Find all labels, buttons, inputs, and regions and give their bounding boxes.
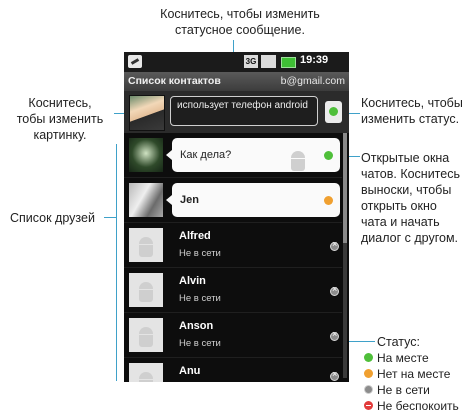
android-watermark-icon <box>290 149 306 171</box>
callout-picture: Коснитесь, тобы изменить картинку. <box>4 95 116 143</box>
friends-list-bracket <box>116 144 117 381</box>
callout-status-change: Коснитесь, чтобы изменить статус. <box>361 95 476 127</box>
callout-status-message: Коснитесь, чтобы изменить статусное сооб… <box>120 6 360 38</box>
legend-available: На месте <box>377 351 429 365</box>
android-placeholder-icon <box>138 325 154 347</box>
legend-offline: Не в сети <box>377 383 430 397</box>
my-status-row: использует телефон android <box>124 91 349 133</box>
chat-message: Как дела? <box>180 149 232 161</box>
contact-avatar <box>129 138 163 172</box>
contact-presence: Не в сети <box>179 293 221 304</box>
callout-status-change-line1: Коснитесь, чтобы <box>361 96 463 110</box>
offline-status-icon <box>330 369 339 381</box>
callout-status-message-line2: статусное сообщение. <box>175 23 305 37</box>
callout-chats-leader <box>349 156 360 157</box>
callout-status-message-line1: Коснитесь, чтобы изменить <box>160 7 320 21</box>
callout-chats: Открытые окна чатов. Коснитесь выноски, … <box>361 150 476 246</box>
my-avatar[interactable] <box>129 95 165 131</box>
legend-leader <box>349 341 375 342</box>
legend-offline-icon <box>364 385 373 394</box>
contact-presence: Не в сети <box>179 338 221 349</box>
contact-name: Anson <box>179 320 214 332</box>
away-status-icon <box>324 196 333 205</box>
callout-chats-line4: открыть окно <box>361 199 437 213</box>
contact-row[interactable]: Alfred Не в сети <box>124 223 342 268</box>
callout-picture-line2: тобы изменить <box>16 112 104 126</box>
legend-dnd: Не беспокоить <box>377 399 459 413</box>
callout-chats-line1: Открытые окна <box>361 151 450 165</box>
title-bar: Список контактов b@gmail.com <box>124 72 349 91</box>
scrollbar-thumb[interactable] <box>343 133 347 243</box>
contact-row[interactable]: Anu <box>124 358 342 382</box>
network-3g-icon: 3G <box>244 55 258 68</box>
contact-name: Anu <box>179 365 201 377</box>
phone-screen: 3G 19:39 Список контактов b@gmail.com ис… <box>124 52 349 382</box>
signal-icon <box>261 55 276 68</box>
contact-row[interactable]: Alvin Не в сети <box>124 268 342 313</box>
offline-status-icon <box>330 284 339 296</box>
legend-title: Статус: <box>377 335 420 349</box>
chat-bubble[interactable]: Jen <box>166 183 340 217</box>
android-placeholder-icon <box>138 280 154 302</box>
contact-presence: Не в сети <box>179 248 221 259</box>
callout-friends-list: Список друзей <box>10 211 95 225</box>
callout-chats-line2: чатов. Коснитесь <box>361 167 460 181</box>
contact-row[interactable]: Как дела? <box>124 133 342 178</box>
contact-avatar <box>129 183 163 217</box>
contact-row[interactable]: Anson Не в сети <box>124 313 342 358</box>
contact-name: Alfred <box>179 230 211 242</box>
notification-icon <box>128 55 142 68</box>
contact-row[interactable]: Jen <box>124 178 342 223</box>
legend-available-icon <box>364 353 373 362</box>
legend-dnd-icon <box>364 401 373 410</box>
callout-chats-line5: чата и начать <box>361 215 440 229</box>
callout-friends-leader <box>104 217 116 218</box>
account-label: b@gmail.com <box>280 75 345 87</box>
status-selector-button[interactable] <box>325 101 342 123</box>
status-bar: 3G 19:39 <box>124 52 349 72</box>
offline-status-icon <box>330 329 339 341</box>
callout-picture-line1: Коснитесь, <box>28 96 92 110</box>
contact-avatar <box>129 273 163 307</box>
contact-avatar <box>129 318 163 352</box>
available-status-icon <box>329 107 338 116</box>
callout-status-change-line2: изменить статус. <box>361 112 460 126</box>
contact-name: Jen <box>180 194 199 206</box>
android-placeholder-icon <box>138 235 154 257</box>
legend-away-icon <box>364 369 373 378</box>
callout-picture-line3: картинку. <box>33 128 87 142</box>
contact-name: Alvin <box>179 275 206 287</box>
screen-title: Список контактов <box>128 75 221 87</box>
callout-chats-line3: выноски, чтобы <box>361 183 452 197</box>
available-status-icon <box>324 151 333 160</box>
android-placeholder-icon <box>138 370 154 382</box>
legend-away: Нет на месте <box>377 367 451 381</box>
contact-avatar <box>129 228 163 262</box>
battery-icon <box>281 57 296 68</box>
callout-chats-line6: диалог с другом. <box>361 231 459 245</box>
chat-bubble[interactable]: Как дела? <box>166 138 340 172</box>
status-message-field[interactable]: использует телефон android <box>170 96 318 126</box>
scrollbar[interactable] <box>343 133 347 378</box>
contact-avatar <box>129 363 163 382</box>
offline-status-icon <box>330 239 339 251</box>
clock: 19:39 <box>300 54 329 66</box>
